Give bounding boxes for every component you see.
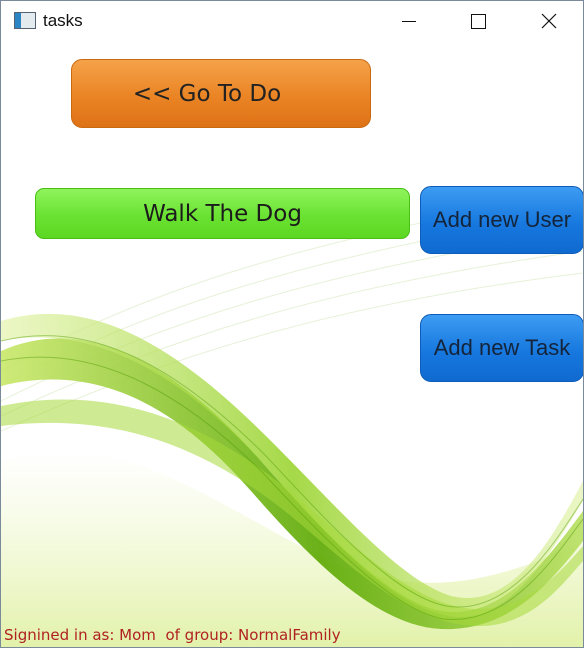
go-to-do-button[interactable]: << Go To Do xyxy=(71,59,371,128)
add-task-button[interactable]: Add new Task xyxy=(420,314,583,382)
add-task-label: Add new Task xyxy=(433,335,571,360)
minimize-button[interactable] xyxy=(375,1,443,41)
app-window-icon xyxy=(14,12,36,29)
close-icon xyxy=(541,13,557,29)
go-to-do-label: << Go To Do xyxy=(132,80,282,107)
window-title: tasks xyxy=(43,11,83,30)
task-item-button[interactable]: Walk The Dog xyxy=(35,188,410,239)
signed-in-status: Signined in as: Mom of group: NormalFami… xyxy=(4,626,341,644)
maximize-button[interactable] xyxy=(443,1,511,41)
maximize-icon xyxy=(471,14,486,29)
minimize-icon xyxy=(402,21,416,22)
title-bar[interactable]: tasks xyxy=(1,1,583,41)
app-window: tasks << Go To Do Walk The Dog Add new U… xyxy=(0,0,584,648)
add-user-label: Add new User xyxy=(432,207,572,232)
add-user-button[interactable]: Add new User xyxy=(420,186,583,254)
content-area: << Go To Do Walk The Dog Add new User Ad… xyxy=(1,41,583,647)
close-button[interactable] xyxy=(511,1,583,41)
task-item-label: Walk The Dog xyxy=(143,200,302,227)
